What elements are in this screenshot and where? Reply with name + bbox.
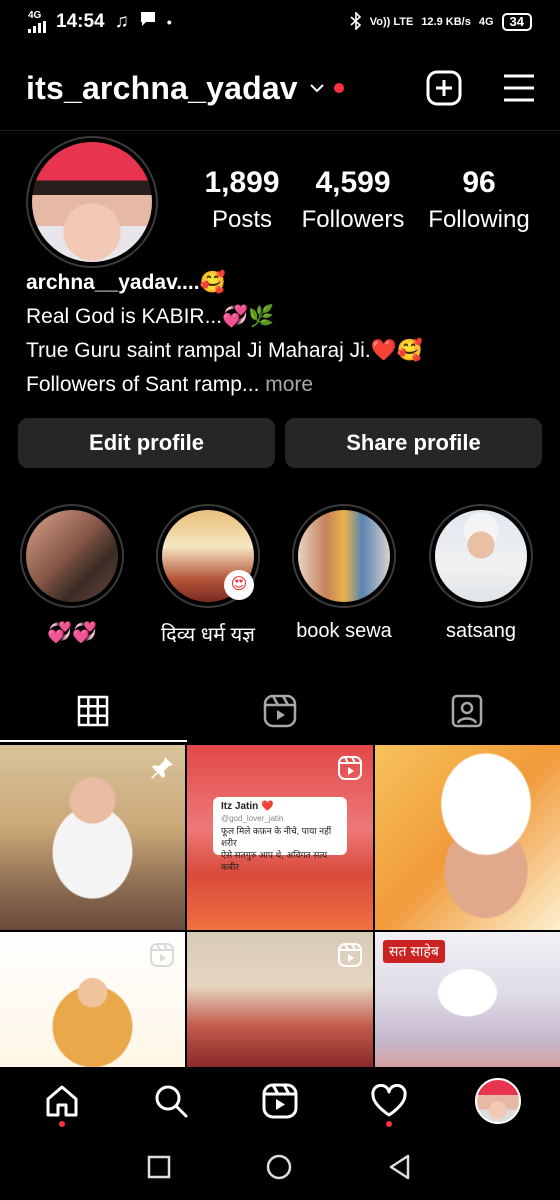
stat-value: 96 (462, 166, 496, 199)
grid-icon (78, 695, 109, 727)
profile-stats: 1,899 Posts 4,599 Followers 96 Following (196, 166, 540, 234)
stat-posts[interactable]: 1,899 Posts (196, 166, 288, 234)
emoji-reaction-badge: 😍 (224, 570, 254, 600)
profile-tabs (0, 680, 560, 742)
tab-reels[interactable] (187, 680, 374, 742)
clock: 14:54 (56, 11, 105, 32)
highlight-cover-ring[interactable] (292, 504, 396, 608)
status-bar: 4G 14:54 ♫ • Vo)) LTE 12.9 KB/s 4G 34 (0, 0, 560, 44)
nav-reels[interactable] (250, 1071, 310, 1131)
nav-search[interactable] (141, 1071, 201, 1131)
search-icon (155, 1085, 188, 1118)
posts-grid: Itz Jatin ❤️ @god_lover_jatin फूल मिले क… (0, 745, 560, 1067)
tweet-text: फूल मिले कफ़न के नीचे, पाया नहीं शरीर (221, 826, 332, 848)
battery-icon: 34 (501, 13, 532, 31)
reel-indicator-icon (338, 943, 362, 967)
highlight-label: satsang (445, 620, 517, 642)
highlight-cover (435, 510, 527, 602)
system-navigation (0, 1134, 560, 1200)
reel-indicator-icon (150, 943, 174, 967)
stat-value: 1,899 (204, 166, 280, 199)
post-thumbnail[interactable]: सत साहेब (375, 932, 560, 1067)
signal-indicator: 4G (28, 11, 46, 33)
highlight-label: दिव्य धर्म यज्ञ (160, 624, 256, 646)
highlight-cover-ring[interactable] (429, 504, 533, 608)
music-note-icon: ♫ (114, 11, 129, 32)
highlight-cover (298, 510, 390, 602)
create-post-icon[interactable] (426, 70, 462, 106)
reel-indicator-icon (338, 756, 362, 780)
account-notification-dot (333, 83, 344, 93)
stat-followers[interactable]: 4,599 Followers (288, 166, 418, 234)
post-thumbnail[interactable] (0, 745, 185, 930)
recents-icon[interactable] (146, 1154, 172, 1180)
story-highlight[interactable]: book sewa (292, 504, 396, 643)
chevron-down-icon[interactable] (308, 79, 326, 97)
stat-value: 4,599 (315, 166, 391, 199)
highlight-cover-ring[interactable] (20, 504, 124, 608)
signal-bars-icon (28, 21, 46, 33)
bio-line-truncated: Followers of Sant ramp... more (26, 368, 540, 402)
nav-activity[interactable] (359, 1071, 419, 1131)
post-thumbnail[interactable] (0, 932, 185, 1067)
network-type-right: 4G (478, 16, 494, 28)
share-profile-button[interactable]: Share profile (285, 418, 542, 468)
back-triangle-icon[interactable] (386, 1153, 414, 1181)
avatar[interactable] (32, 142, 152, 262)
tab-tagged[interactable] (373, 680, 560, 742)
network-type: 4G (28, 10, 42, 21)
bottom-navigation (0, 1068, 560, 1134)
highlight-label: 💞💞 (47, 622, 97, 644)
stat-label: Following (428, 206, 530, 233)
story-highlight[interactable]: 😍 दिव्य धर्म यज्ञ (156, 504, 260, 647)
heart-icon (371, 1084, 407, 1117)
bio-line: Followers of Sant ramp... (26, 373, 260, 396)
edit-profile-button[interactable]: Edit profile (18, 418, 275, 468)
profile-bio: archna__yadav....🥰 Real God is KABIR...💞… (26, 266, 540, 402)
username-title[interactable]: its_archna_yadav (26, 70, 298, 107)
header-divider (0, 130, 560, 131)
highlight-cover (26, 510, 118, 602)
nav-profile[interactable] (468, 1071, 528, 1131)
story-highlight[interactable]: 💞💞 (20, 504, 124, 645)
highlight-cover-ring[interactable]: 😍 (156, 504, 260, 608)
message-icon (139, 10, 157, 34)
stat-following[interactable]: 96 Following (418, 166, 540, 234)
reels-icon (263, 694, 297, 728)
stat-label: Posts (211, 206, 273, 233)
highlight-label: book sewa (296, 620, 392, 642)
tweet-text: ऐसे सतगुरु आप थे, अविगत सत्य कबीर (221, 850, 328, 872)
post-thumbnail[interactable] (375, 745, 560, 930)
bio-more-link[interactable]: more (259, 373, 313, 396)
stat-label: Followers (301, 206, 405, 233)
profile-avatar-ring[interactable] (26, 136, 158, 268)
home-icon (46, 1085, 78, 1117)
profile-header: its_archna_yadav (26, 62, 536, 114)
bluetooth-icon (350, 10, 362, 33)
sign-banner: सत साहेब (383, 940, 445, 963)
reels-icon (262, 1083, 298, 1119)
pinned-icon (151, 757, 173, 779)
bio-line: Real God is KABIR...💞🌿 (26, 305, 275, 328)
tweet-card: Itz Jatin ❤️ @god_lover_jatin फूल मिले क… (213, 797, 347, 872)
network-speed: 12.9 KB/s (421, 16, 471, 28)
menu-icon[interactable] (502, 73, 536, 103)
home-circle-icon[interactable] (265, 1153, 293, 1181)
notification-dot (385, 1121, 392, 1127)
profile-avatar-icon (474, 1078, 521, 1124)
tab-posts-grid[interactable] (0, 680, 187, 742)
volte-indicator: Vo)) LTE (369, 16, 414, 28)
notification-dot (59, 1121, 66, 1127)
post-thumbnail[interactable] (187, 932, 373, 1067)
notification-dot-icon: • (166, 14, 172, 30)
display-name: archna__yadav....🥰 (26, 271, 226, 294)
post-thumbnail[interactable]: Itz Jatin ❤️ @god_lover_jatin फूल मिले क… (187, 745, 373, 930)
tagged-user-icon (451, 694, 482, 728)
tweet-handle: @god_lover_jatin (221, 814, 284, 823)
bio-line: True Guru saint rampal Ji Maharaj Ji.❤️🥰 (26, 339, 423, 362)
nav-home[interactable] (32, 1071, 92, 1131)
tweet-author: Itz Jatin ❤️ (221, 801, 274, 812)
story-highlight[interactable]: satsang (429, 504, 533, 643)
